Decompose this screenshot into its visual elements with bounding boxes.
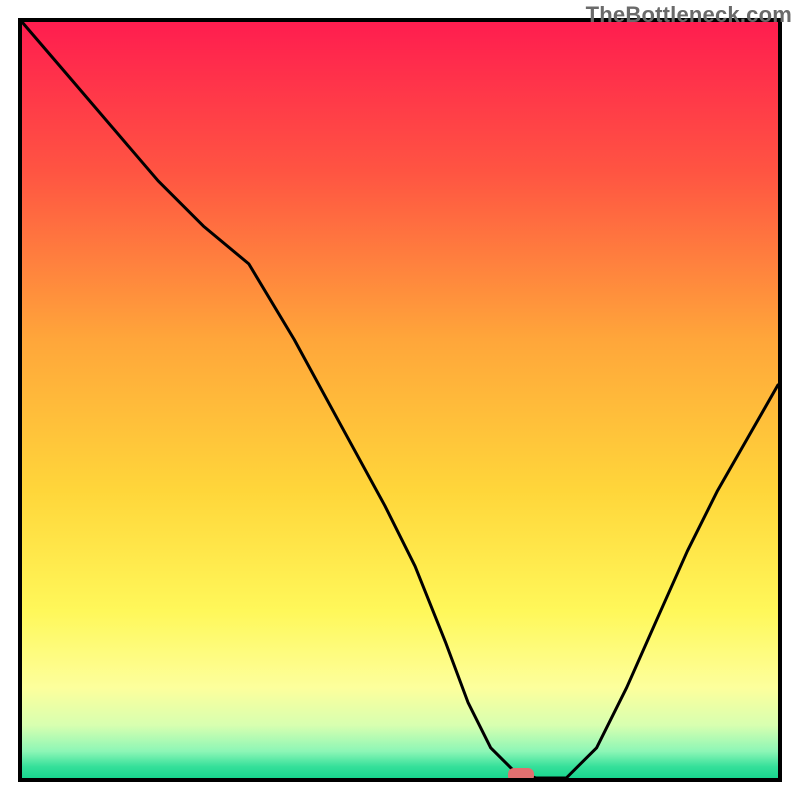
chart-svg	[0, 0, 800, 800]
bottleneck-chart: TheBottleneck.com	[0, 0, 800, 800]
gradient-background	[22, 22, 778, 778]
plot-area	[22, 22, 778, 782]
watermark-label: TheBottleneck.com	[586, 2, 792, 28]
